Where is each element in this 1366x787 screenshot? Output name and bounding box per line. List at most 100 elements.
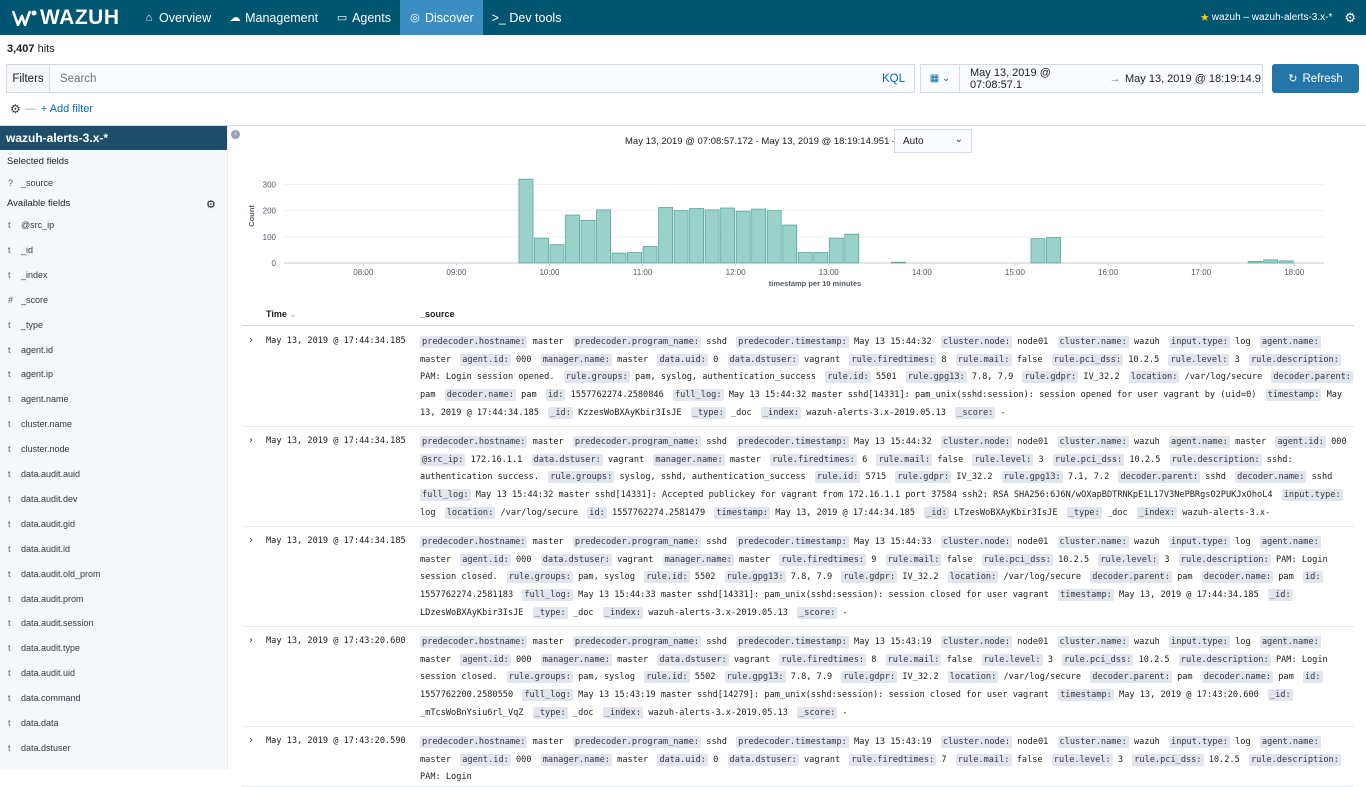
field-id[interactable]: t _id [8, 245, 33, 255]
source-field: _id: [548, 406, 573, 419]
tab-agents[interactable]: ▭ Agents [327, 0, 400, 35]
field-data-audit-dev[interactable]: t data.audit.dev [8, 494, 78, 504]
expand-row-icon[interactable]: › [249, 535, 253, 546]
source-field-value: master [420, 554, 452, 565]
source-field-value: 8 [941, 354, 947, 365]
filter-settings-icon[interactable]: ⚙ [10, 102, 21, 116]
source-field: predecoder.timestamp: [736, 336, 849, 348]
calendar-icon[interactable]: ▦ ⌄ [921, 65, 960, 92]
row-source: predecoder.hostname: master predecoder.p… [420, 334, 1354, 423]
field-type-icon: t [8, 319, 11, 330]
field-cluster-node[interactable]: t cluster.node [8, 444, 70, 454]
field-data-audit-uid[interactable]: t data.audit.uid [8, 668, 75, 678]
source-field-key: cluster.node: [940, 436, 1013, 448]
source-field-key: rule.firedtimes: [849, 353, 937, 366]
index-pattern-title[interactable]: wazuh-alerts-3.x-* [0, 126, 227, 150]
source-field-key: decoder.parent: [1090, 571, 1172, 584]
field-data-command[interactable]: t data.command [8, 693, 81, 703]
field-data-audit-old-prom[interactable]: t data.audit.old_prom [8, 569, 101, 579]
source-field-value: wazuh-alerts-3.x- [1182, 507, 1271, 518]
interval-select[interactable]: Auto ⌄ [894, 129, 972, 153]
histogram-bar [704, 209, 720, 264]
field-agent-name[interactable]: t agent.name [8, 394, 69, 404]
expand-row-icon[interactable]: › [249, 735, 253, 746]
source-field-value: 10.2.5 [1129, 454, 1161, 465]
source-field-value: 3 [1038, 454, 1044, 465]
field-src-ip[interactable]: t @src_ip [8, 220, 54, 230]
date-start[interactable]: May 13, 2019 @ 07:08:57.1 [960, 67, 1105, 91]
field-data-audit-auid[interactable]: t data.audit.auid [8, 469, 80, 479]
source-field-value: - [842, 707, 848, 718]
kql-toggle[interactable]: KQL [882, 73, 914, 85]
histogram-bar [534, 237, 549, 264]
field-index[interactable]: t _index [8, 270, 48, 280]
source-field-key: predecoder.hostname: [420, 536, 528, 548]
tab-discover[interactable]: ◎ Discover [399, 0, 483, 35]
source-field: rule.firedtimes: [849, 753, 937, 766]
expand-row-icon[interactable]: › [249, 435, 253, 446]
source-field: rule.groups: [548, 471, 615, 484]
field-data-audit-type[interactable]: t data.audit.type [8, 643, 80, 653]
field-data-audit-gid[interactable]: t data.audit.gid [8, 519, 75, 529]
source-field: cluster.name: [1057, 736, 1129, 748]
field-type-icon: t [8, 693, 11, 704]
date-arrow: → [1109, 72, 1121, 85]
field-type[interactable]: t _type [8, 320, 43, 330]
tab-dev-tools[interactable]: >_ Dev tools [483, 0, 571, 35]
source-field-key: rule.gpg13: [1001, 471, 1063, 484]
source-field-value: master [532, 737, 564, 747]
gear-icon[interactable]: ⚙ [206, 198, 216, 211]
source-field-key: rule.groups: [548, 471, 615, 484]
date-end[interactable]: May 13, 2019 @ 18:19:14.9 [1125, 73, 1261, 85]
collapse-sidebar-icon[interactable]: ‹ [231, 130, 240, 139]
add-filter-link[interactable]: + Add filter [41, 103, 93, 115]
index-pattern-selector[interactable]: ★ wazuh – wazuh-alerts-3.x-* ⚙ [1200, 0, 1356, 35]
source-field-value: vagrant [733, 654, 771, 665]
field-type-icon: t [8, 220, 11, 230]
source-field: rule.mail: [885, 553, 942, 566]
expand-row-icon[interactable]: › [249, 335, 253, 346]
source-field-key: rule.description: [1248, 753, 1341, 766]
search-input[interactable]: Search [50, 73, 882, 85]
brand-name: WAZUH [40, 5, 120, 29]
expand-row-icon[interactable]: › [249, 635, 253, 646]
source-field-value: _doc [730, 407, 752, 418]
source-field-key: rule.gdpr: [1022, 371, 1079, 384]
field-agent-ip[interactable]: t agent.ip [8, 369, 53, 379]
source-field: _id: [1267, 589, 1293, 602]
row-timestamp: May 13, 2019 @ 17:44:34.185 [266, 336, 406, 346]
source-field-key: rule.firedtimes: [849, 753, 937, 766]
source-field-value: IV_32.2 [1083, 372, 1120, 383]
selected-field[interactable]: ? _source [8, 178, 53, 188]
source-field-key: agent.id: [460, 353, 511, 366]
source-field: rule.id: [814, 471, 861, 484]
field-data-data[interactable]: t data.data [8, 718, 59, 728]
histogram-bar [627, 252, 642, 264]
source-field-value: pam [420, 390, 436, 401]
column-header-time[interactable]: Time ⌄ [266, 309, 297, 320]
field-data-audit-id[interactable]: t data.audit.id [8, 544, 70, 554]
source-field-key: location: [947, 671, 999, 684]
column-header-source[interactable]: _source [420, 309, 455, 319]
refresh-button[interactable]: ↻ Refresh [1272, 64, 1359, 93]
star-icon: ★ [1199, 12, 1210, 24]
source-field: agent.name: [1259, 336, 1321, 348]
source-field-value: log [1235, 537, 1251, 547]
field-data-dstuser[interactable]: t data.dstuser [8, 743, 71, 753]
source-field: data.uid: [657, 353, 708, 366]
gear-icon[interactable]: ⚙ [1344, 10, 1356, 26]
source-field: predecoder.hostname: [420, 436, 528, 448]
tab-overview[interactable]: ⌂ Overview [134, 0, 220, 35]
field-data-audit-session[interactable]: t data.audit.session [8, 618, 94, 628]
filters-button[interactable]: Filters [7, 65, 50, 92]
field-data-audit-prom[interactable]: t data.audit.prom [8, 594, 84, 604]
field-agent-id[interactable]: t agent.id [8, 345, 53, 355]
table-row: › May 13, 2019 @ 17:44:34.185 predecoder.h… [242, 527, 1354, 627]
source-field: predecoder.timestamp: [736, 536, 849, 548]
x-tick-label: 17:00 [1191, 268, 1212, 277]
field-cluster-name[interactable]: t cluster.name [8, 419, 72, 429]
field-score[interactable]: # _score [8, 295, 48, 305]
field-name: _source [21, 178, 54, 188]
tab-management[interactable]: ☁ Management [220, 0, 327, 35]
wazuh-logo[interactable]: WAZUH [0, 0, 134, 35]
